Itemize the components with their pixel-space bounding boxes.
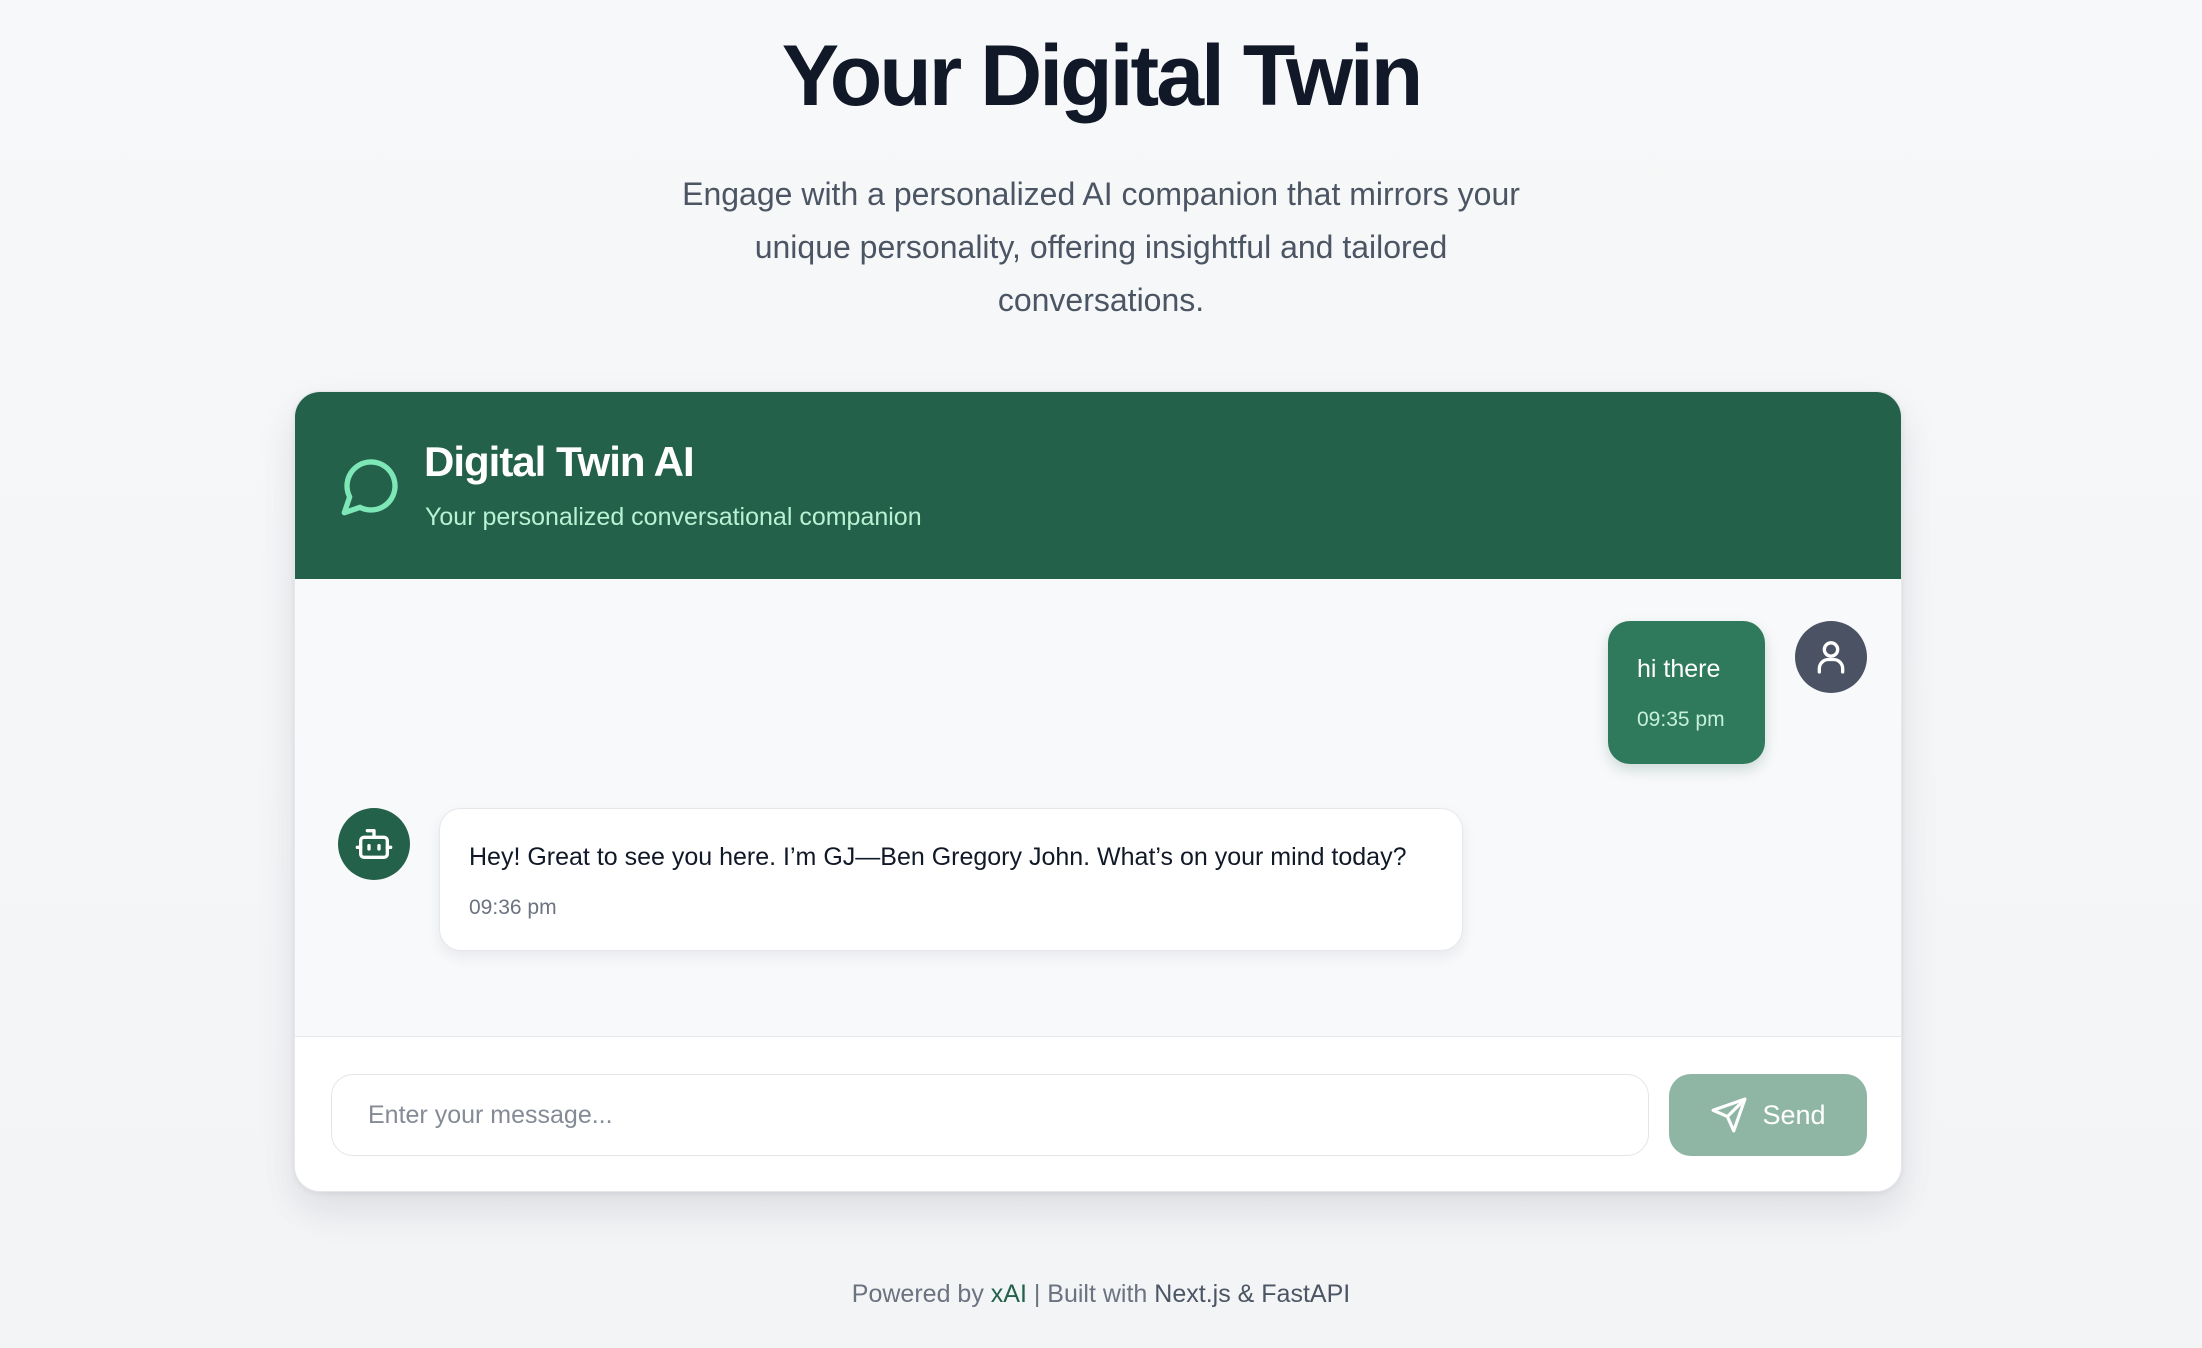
message-list: hi there 09:35 pm Hey! Great to see you …	[295, 579, 1901, 1037]
send-button[interactable]: Send	[1669, 1074, 1867, 1156]
message-circle-icon	[341, 459, 398, 516]
user-message: hi there 09:35 pm	[1608, 621, 1765, 764]
chat-card: Digital Twin AI Your personalized conver…	[294, 391, 1902, 1192]
user-avatar	[1795, 621, 1867, 693]
page-footer: Powered by xAI | Built with Next.js & Fa…	[0, 1280, 2202, 1309]
footer-tech-stack: Next.js & FastAPI	[1154, 1280, 1351, 1308]
xai-link[interactable]: xAI	[991, 1280, 1027, 1308]
page-title: Your Digital Twin	[781, 28, 1424, 124]
message-text: hi there	[1637, 655, 1721, 683]
footer-separator: | Built with	[1033, 1280, 1148, 1308]
message-text: Hey! Great to see you here. I’m GJ—Ben G…	[469, 843, 1407, 871]
bot-avatar	[338, 808, 410, 880]
chat-title: Digital Twin AI	[424, 438, 695, 485]
hero-section: Your Digital Twin Engage with a personal…	[0, 0, 2202, 327]
message-input[interactable]	[331, 1074, 1649, 1156]
bot-icon	[355, 829, 393, 859]
chat-header: Digital Twin AI Your personalized conver…	[295, 392, 1901, 579]
message-timestamp: 09:36 pm	[469, 896, 557, 919]
assistant-message: Hey! Great to see you here. I’m GJ—Ben G…	[439, 808, 1463, 951]
chat-tagline: Your personalized conversational compani…	[425, 503, 922, 531]
page-subtitle: Engage with a personalized AI companion …	[682, 176, 1520, 318]
message-timestamp: 09:35 pm	[1637, 708, 1725, 731]
user-icon	[1817, 641, 1845, 674]
send-icon	[1712, 1097, 1747, 1133]
message-composer: Send	[295, 1038, 1901, 1191]
footer-powered-prefix: Powered by	[851, 1280, 984, 1308]
send-button-label: Send	[1762, 1099, 1826, 1130]
